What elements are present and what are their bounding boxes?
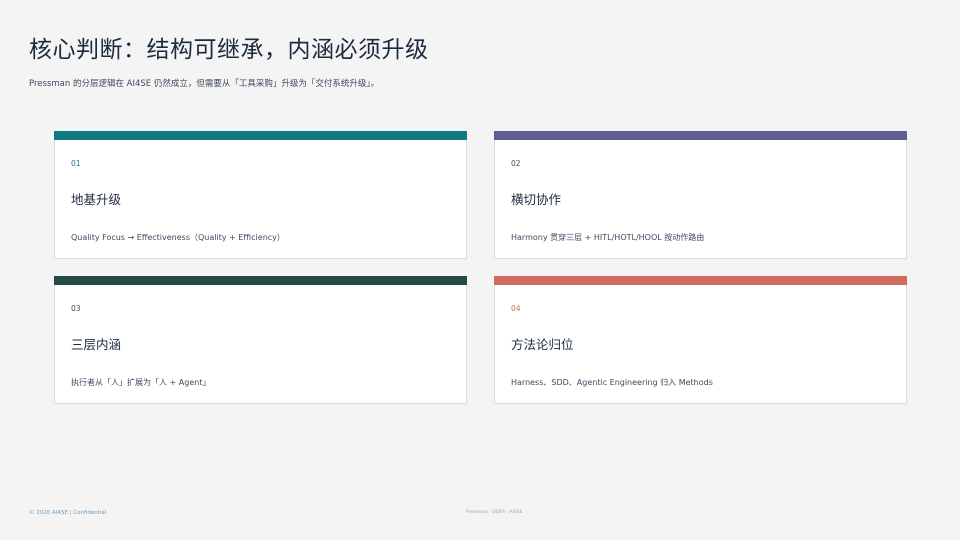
card-cross-cutting: 02 横切协作 Harmony 贯穿三层 + HITL/HOTL/HOOL 按动… xyxy=(494,131,907,259)
card-accent-bar xyxy=(494,276,907,285)
page-title: 核心判断：结构可继承，内涵必须升级 xyxy=(29,37,429,63)
card-number: 01 xyxy=(71,159,81,168)
card-title: 三层内涵 xyxy=(71,337,122,352)
card-number: 04 xyxy=(511,304,521,313)
card-accent-bar xyxy=(54,276,467,285)
card-description: Harness、SDD、Agentic Engineering 归入 Metho… xyxy=(511,378,713,387)
card-title: 方法论归位 xyxy=(511,337,574,352)
card-description: 执行者从「人」扩展为「人 + Agent」 xyxy=(71,378,211,387)
footer-source: Pressman · DORA · AI4SE xyxy=(466,510,523,515)
card-title: 横切协作 xyxy=(511,192,562,207)
card-number: 03 xyxy=(71,304,81,313)
card-methodology: 04 方法论归位 Harness、SDD、Agentic Engineering… xyxy=(494,276,907,404)
card-three-layers: 03 三层内涵 执行者从「人」扩展为「人 + Agent」 xyxy=(54,276,467,404)
card-accent-bar xyxy=(494,131,907,140)
page-subtitle: Pressman 的分层逻辑在 AI4SE 仍然成立，但需要从「工具采购」升级为… xyxy=(29,79,380,89)
footer-copyright: © 2026 AI4SE | Confidential xyxy=(29,510,107,516)
card-number: 02 xyxy=(511,159,521,168)
card-accent-bar xyxy=(54,131,467,140)
card-description: Quality Focus → Effectiveness（Quality + … xyxy=(71,233,285,242)
card-description: Harmony 贯穿三层 + HITL/HOTL/HOOL 按动作路由 xyxy=(511,233,705,242)
card-foundation: 01 地基升级 Quality Focus → Effectiveness（Qu… xyxy=(54,131,467,259)
card-title: 地基升级 xyxy=(71,192,122,207)
